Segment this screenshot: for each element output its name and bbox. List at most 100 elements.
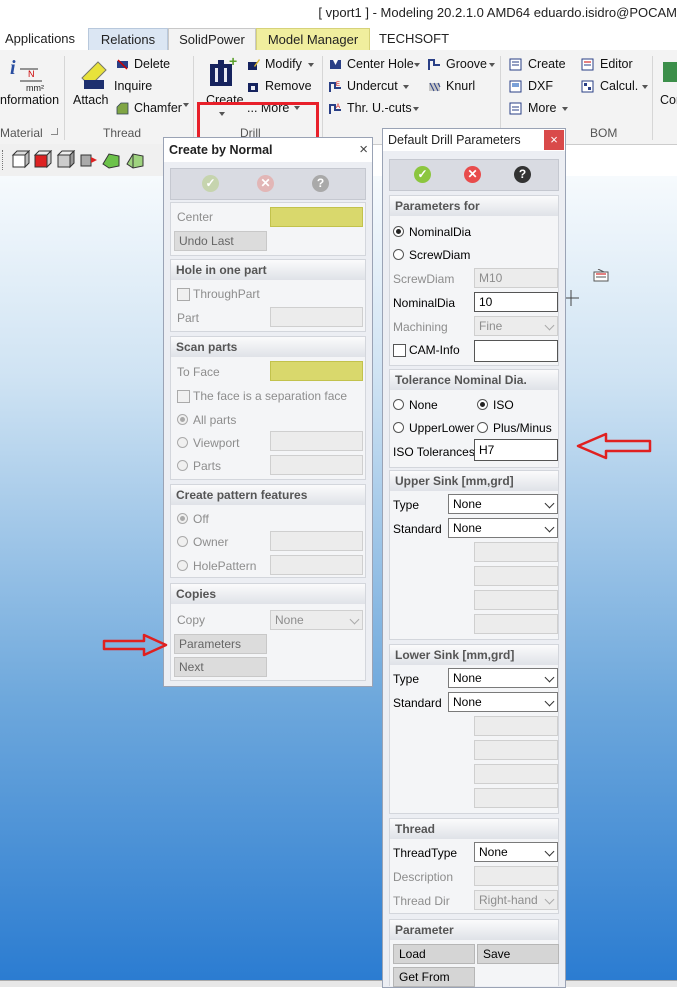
parameters-button[interactable]: Parameters xyxy=(174,634,267,654)
knurl-button[interactable]: Knurl xyxy=(446,79,475,93)
separation-face-checkbox[interactable] xyxy=(177,390,190,403)
tolerance-none-radio[interactable] xyxy=(393,399,404,410)
parts-field[interactable] xyxy=(270,455,363,475)
shaded-green-icon[interactable] xyxy=(101,150,121,170)
default-drill-parameters-panel: Default Drill Parameters × ✓ ✕ ? Paramet… xyxy=(382,128,566,988)
cancel-icon[interactable]: ✕ xyxy=(464,166,481,183)
iso-tolerances-field[interactable]: H7 xyxy=(474,439,558,461)
thr-ucuts-dropdown-icon[interactable] xyxy=(413,107,419,111)
machining-select[interactable]: Fine xyxy=(474,316,558,336)
upper-standard-select[interactable]: None xyxy=(448,518,558,538)
thread-dir-select[interactable]: Right-hand xyxy=(474,890,558,910)
upper-sink-param-4[interactable] xyxy=(474,614,558,634)
help-icon[interactable]: ? xyxy=(312,175,329,192)
undercut-button[interactable]: Undercut xyxy=(347,79,398,93)
solid-view-icon[interactable] xyxy=(56,150,76,170)
off-radio[interactable] xyxy=(177,513,188,524)
tab-techsoft[interactable]: TECHSOFT xyxy=(372,28,456,49)
tolerance-iso-radio[interactable] xyxy=(477,399,488,410)
remove-button[interactable]: Remove xyxy=(265,79,312,93)
attach-button[interactable]: Attach xyxy=(73,93,108,107)
upper-sink-param-1[interactable] xyxy=(474,542,558,562)
inquire-button[interactable]: Inquire xyxy=(114,79,152,93)
description-field[interactable] xyxy=(474,866,558,886)
chamfer-dropdown-icon[interactable] xyxy=(183,103,189,107)
calcul-button[interactable]: Calcul. xyxy=(600,79,638,93)
group-launcher-icon[interactable] xyxy=(51,128,58,135)
part-field[interactable] xyxy=(270,307,363,327)
owner-field[interactable] xyxy=(270,531,363,551)
lower-sink-section: Lower Sink [mm,grd] Type None Standard N… xyxy=(389,644,559,814)
screwdiam-radio[interactable] xyxy=(393,249,404,260)
tab-applications[interactable]: Applications xyxy=(0,28,80,49)
calcul-dropdown-icon[interactable] xyxy=(642,85,648,89)
next-button[interactable]: Next xyxy=(174,657,267,677)
bom-create-button[interactable]: Create xyxy=(528,57,566,71)
lower-sink-param-1[interactable] xyxy=(474,716,558,736)
chamfer-button[interactable]: Chamfer xyxy=(134,101,182,115)
modify-dropdown-icon[interactable] xyxy=(308,63,314,67)
shaded-edges-icon[interactable] xyxy=(125,150,145,170)
get-from-button[interactable]: Get From xyxy=(393,967,475,987)
parameters-for-header: Parameters for xyxy=(390,196,558,216)
parts-radio[interactable] xyxy=(177,460,188,471)
ok-icon[interactable]: ✓ xyxy=(202,175,219,192)
throughpart-checkbox[interactable] xyxy=(177,288,190,301)
plusminus-radio[interactable] xyxy=(477,422,488,433)
copy-select[interactable]: None xyxy=(270,610,363,630)
undercut-dropdown-icon[interactable] xyxy=(403,85,409,89)
modify-button[interactable]: Modify xyxy=(265,57,302,71)
cam-info-field[interactable] xyxy=(474,340,558,362)
cam-info-checkbox[interactable] xyxy=(393,344,406,357)
center-field[interactable] xyxy=(270,207,363,227)
groove-button[interactable]: Groove xyxy=(446,57,487,71)
all-parts-radio[interactable] xyxy=(177,414,188,425)
tab-model-manager[interactable]: Model Manager xyxy=(256,28,370,50)
lower-sink-param-3[interactable] xyxy=(474,764,558,784)
close-icon[interactable]: × xyxy=(359,141,368,158)
owner-radio[interactable] xyxy=(177,536,188,547)
modify-drill-icon xyxy=(248,59,260,70)
undo-last-button[interactable]: Undo Last xyxy=(174,231,267,251)
viewport-field[interactable] xyxy=(270,431,363,451)
box-view-icon[interactable] xyxy=(10,150,30,170)
upperlower-radio[interactable] xyxy=(393,422,404,433)
cancel-icon[interactable]: ✕ xyxy=(257,175,274,192)
move-view-icon[interactable] xyxy=(79,150,99,170)
tab-relations[interactable]: Relations xyxy=(88,28,168,50)
holepattern-radio[interactable] xyxy=(177,560,188,571)
upper-sink-param-2[interactable] xyxy=(474,566,558,586)
nominaldia-radio[interactable] xyxy=(393,226,404,237)
lower-sink-param-4[interactable] xyxy=(474,788,558,808)
cor-button[interactable]: Cor xyxy=(660,93,677,107)
viewport-radio[interactable] xyxy=(177,437,188,448)
dxf-button[interactable]: DXF xyxy=(528,79,553,93)
copy-select-value: None xyxy=(275,613,304,627)
delete-button[interactable]: Delete xyxy=(134,57,170,71)
lower-standard-select[interactable]: None xyxy=(448,692,558,712)
to-face-field[interactable] xyxy=(270,361,363,381)
threadtype-select[interactable]: None xyxy=(474,842,558,862)
information-button[interactable]: nformation xyxy=(0,93,59,107)
nominaldia-field[interactable]: 10 xyxy=(474,292,558,312)
bom-more-button[interactable]: More xyxy=(528,101,556,115)
front-view-icon[interactable] xyxy=(33,150,53,170)
holepattern-field[interactable] xyxy=(270,555,363,575)
center-hole-dropdown-icon[interactable] xyxy=(414,63,420,67)
tab-solidpower[interactable]: SolidPower xyxy=(168,28,256,50)
close-icon[interactable]: × xyxy=(544,130,564,150)
load-button[interactable]: Load xyxy=(393,944,475,964)
thr-ucuts-button[interactable]: Thr. U.-cuts xyxy=(347,101,412,115)
help-icon[interactable]: ? xyxy=(514,166,531,183)
save-button[interactable]: Save xyxy=(477,944,559,964)
screwdiam-field[interactable]: M10 xyxy=(474,268,558,288)
ok-icon[interactable]: ✓ xyxy=(414,166,431,183)
center-hole-button[interactable]: Center Hole xyxy=(347,57,414,71)
lower-sink-param-2[interactable] xyxy=(474,740,558,760)
groove-dropdown-icon[interactable] xyxy=(489,63,495,67)
bom-more-dropdown-icon[interactable] xyxy=(562,107,568,111)
editor-button[interactable]: Editor xyxy=(600,57,633,71)
lower-type-select[interactable]: None xyxy=(448,668,558,688)
upper-type-select[interactable]: None xyxy=(448,494,558,514)
upper-sink-param-3[interactable] xyxy=(474,590,558,610)
